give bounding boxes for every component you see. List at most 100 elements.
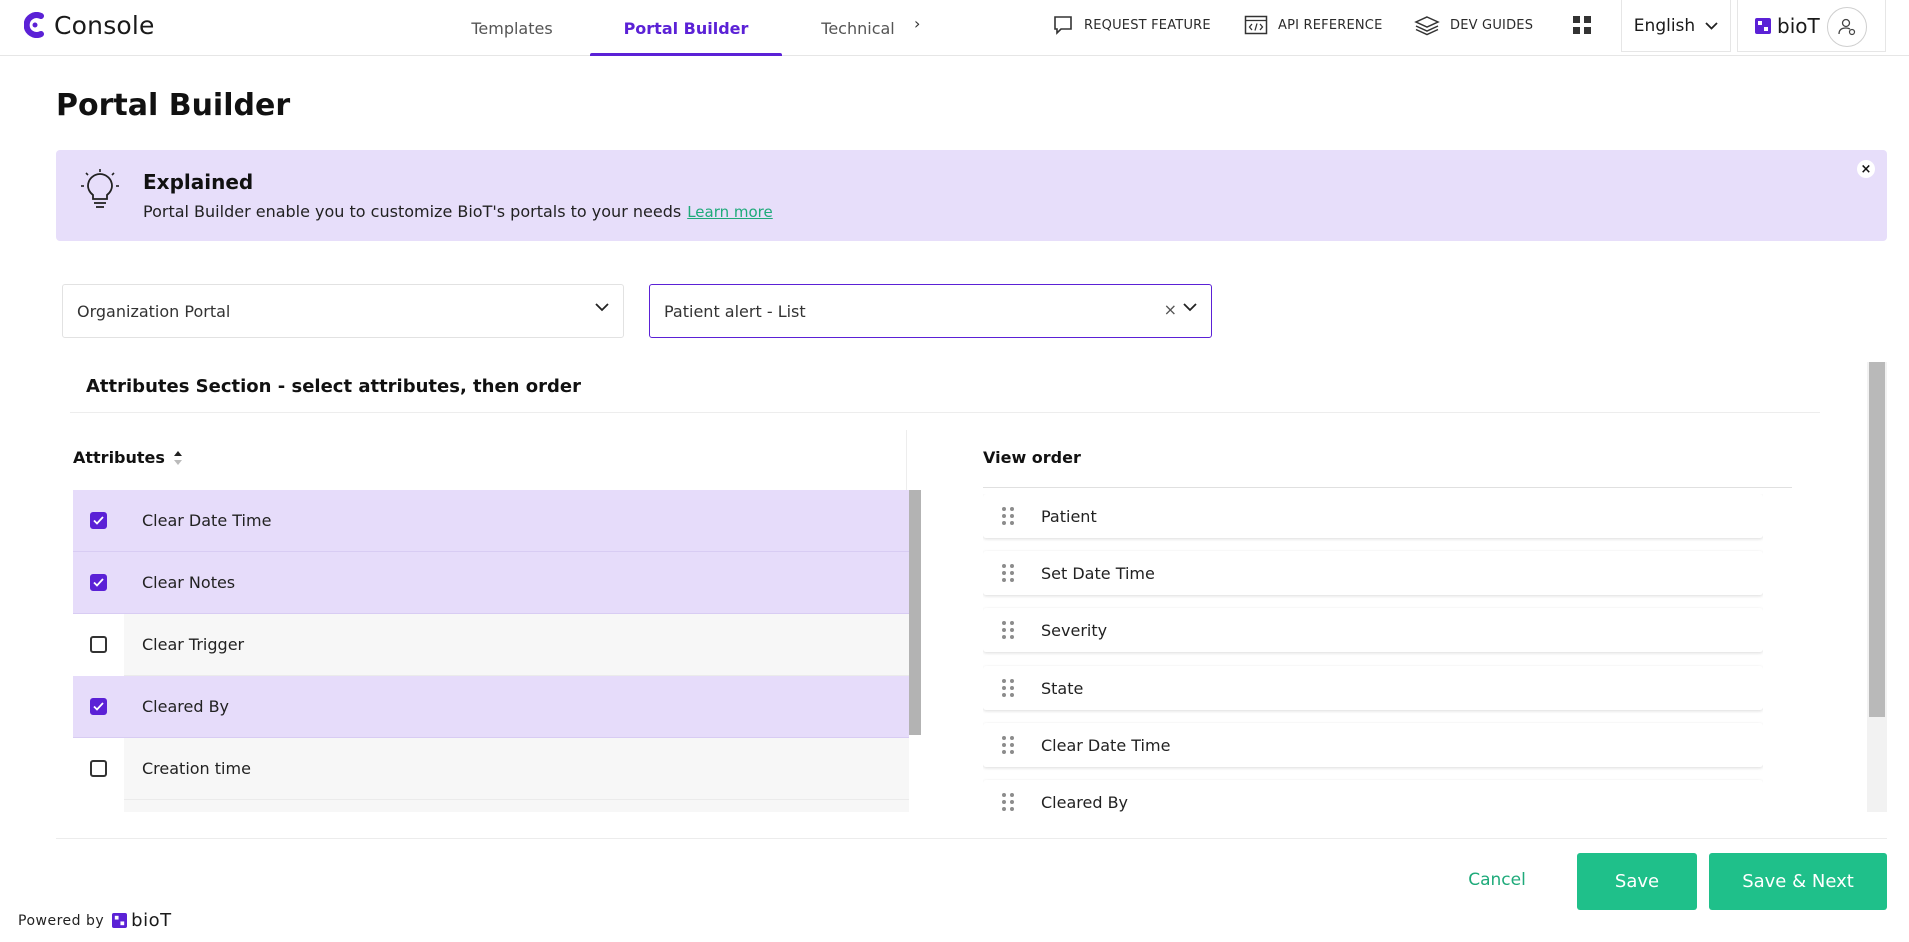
- attributes-section: Attributes Section - select attributes, …: [56, 362, 1887, 812]
- view-select[interactable]: Patient alert - List ×: [649, 284, 1212, 338]
- view-order-item[interactable]: State: [983, 666, 1763, 710]
- layers-icon: [1414, 16, 1440, 36]
- dev-guides-link[interactable]: DEV GUIDES: [1414, 10, 1533, 40]
- checkbox-cell: [73, 490, 124, 552]
- banner-title: Explained: [143, 170, 254, 194]
- checkbox-cell: [73, 799, 124, 812]
- sort-icon[interactable]: [173, 450, 183, 466]
- attribute-label: Clear Trigger: [142, 635, 245, 654]
- drag-handle-icon[interactable]: [1002, 679, 1014, 697]
- drag-handle-icon[interactable]: [1002, 736, 1014, 754]
- tab-portal-builder[interactable]: Portal Builder: [590, 0, 782, 56]
- tab-templates[interactable]: Templates: [462, 0, 562, 56]
- tab-technical-label: Technical: [821, 18, 895, 38]
- view-order-item[interactable]: Set Date Time: [983, 551, 1763, 595]
- tab-technical[interactable]: Technical: [810, 0, 906, 56]
- checkbox-cell: [73, 737, 124, 800]
- explained-banner: Explained Portal Builder enable you to c…: [56, 150, 1887, 241]
- attribute-row[interactable]: Cleared By: [73, 676, 909, 738]
- section-scrollbar-thumb[interactable]: [1869, 362, 1885, 717]
- tab-portal-builder-label: Portal Builder: [623, 18, 749, 38]
- banner-description: Portal Builder enable you to customize B…: [143, 202, 682, 221]
- attribute-row[interactable]: [73, 799, 909, 812]
- cancel-button[interactable]: Cancel: [1442, 860, 1552, 900]
- learn-more-link[interactable]: Learn more: [687, 203, 773, 221]
- powered-by: Powered by bioT: [18, 910, 172, 931]
- view-order-label: Patient: [1041, 506, 1097, 526]
- save-button[interactable]: Save: [1577, 853, 1697, 910]
- attribute-label: Clear Notes: [142, 573, 236, 592]
- request-feature-link[interactable]: REQUEST FEATURE: [1052, 10, 1211, 40]
- dev-guides-label: DEV GUIDES: [1450, 17, 1534, 33]
- checkbox-cell: [73, 552, 124, 614]
- powered-by-brand[interactable]: bioT: [112, 910, 171, 931]
- biot-logo-icon: [112, 913, 128, 928]
- checkbox[interactable]: [90, 512, 107, 529]
- chevron-right-icon[interactable]: ›: [914, 14, 920, 33]
- powered-by-brand-label: bioT: [131, 910, 172, 931]
- attribute-label: Creation time: [142, 759, 251, 778]
- chevron-down-icon: [595, 303, 609, 312]
- section-divider: [70, 412, 1820, 413]
- checkbox[interactable]: [90, 698, 107, 715]
- view-order-label: State: [1041, 678, 1084, 698]
- check-icon: [93, 702, 104, 711]
- user-avatar-icon[interactable]: [1827, 7, 1867, 47]
- language-select[interactable]: English: [1621, 0, 1731, 52]
- checkbox[interactable]: [90, 574, 107, 591]
- portal-select[interactable]: Organization Portal: [62, 284, 624, 338]
- attributes-list: Clear Date Time Clear Notes Clear Trigge…: [73, 490, 909, 812]
- checkbox[interactable]: [90, 760, 107, 777]
- apps-grid-icon[interactable]: [1573, 16, 1591, 34]
- chevron-down-icon: [1183, 303, 1197, 312]
- lightbulb-icon: [81, 169, 119, 208]
- view-order-label: Set Date Time: [1041, 563, 1155, 583]
- section-title: Attributes Section - select attributes, …: [86, 376, 581, 397]
- view-order-item[interactable]: Patient: [983, 494, 1763, 538]
- clear-icon[interactable]: ×: [1164, 300, 1177, 319]
- drag-handle-icon[interactable]: [1002, 564, 1014, 582]
- view-order-item[interactable]: Cleared By: [983, 780, 1763, 812]
- attribute-row[interactable]: Clear Date Time: [73, 490, 909, 552]
- view-order-label: Cleared By: [1041, 792, 1129, 812]
- view-order-header-divider: [983, 487, 1792, 488]
- drag-handle-icon[interactable]: [1002, 507, 1014, 525]
- check-icon: [93, 578, 104, 587]
- portal-select-value: Organization Portal: [77, 301, 231, 321]
- view-select-value: Patient alert - List: [664, 301, 806, 321]
- view-order-label: Severity: [1041, 620, 1108, 640]
- view-order-list: Patient Set Date Time Severity State Cle…: [983, 494, 1763, 812]
- attribute-row[interactable]: Creation time: [73, 737, 909, 800]
- brand-label: bioT: [1777, 13, 1820, 38]
- save-next-button[interactable]: Save & Next: [1709, 853, 1887, 910]
- account-menu[interactable]: bioT: [1737, 0, 1886, 52]
- api-reference-label: API REFERENCE: [1278, 17, 1383, 33]
- attributes-header[interactable]: Attributes: [73, 448, 183, 467]
- attributes-header-label: Attributes: [73, 448, 165, 467]
- banner-text: Portal Builder enable you to customize B…: [143, 202, 773, 221]
- comment-icon: [1054, 16, 1072, 35]
- checkbox-cell: [73, 676, 124, 738]
- checkbox[interactable]: [90, 636, 107, 653]
- drag-handle-icon[interactable]: [1002, 621, 1014, 639]
- drag-handle-icon[interactable]: [1002, 793, 1014, 811]
- biot-logo-icon: [1755, 17, 1771, 34]
- attributes-scrollbar[interactable]: [909, 490, 921, 735]
- attribute-row[interactable]: Clear Trigger: [73, 613, 909, 676]
- tab-templates-label: Templates: [471, 18, 553, 38]
- attribute-row[interactable]: Clear Notes: [73, 552, 909, 614]
- code-icon: [1244, 15, 1268, 35]
- attribute-label: Cleared By: [142, 697, 230, 716]
- console-logo[interactable]: Console: [24, 10, 155, 40]
- api-reference-link[interactable]: API REFERENCE: [1244, 10, 1383, 40]
- app-title: Console: [54, 10, 155, 40]
- view-order-item[interactable]: Severity: [983, 608, 1763, 652]
- attribute-label: Clear Date Time: [142, 511, 272, 530]
- close-icon[interactable]: ×: [1857, 160, 1875, 178]
- view-order-item[interactable]: Clear Date Time: [983, 723, 1763, 767]
- footer-divider: [56, 838, 1887, 839]
- console-logo-icon: [24, 12, 44, 38]
- view-order-label: Clear Date Time: [1041, 735, 1171, 755]
- page-title: Portal Builder: [56, 88, 291, 123]
- chevron-down-icon: [1705, 21, 1718, 30]
